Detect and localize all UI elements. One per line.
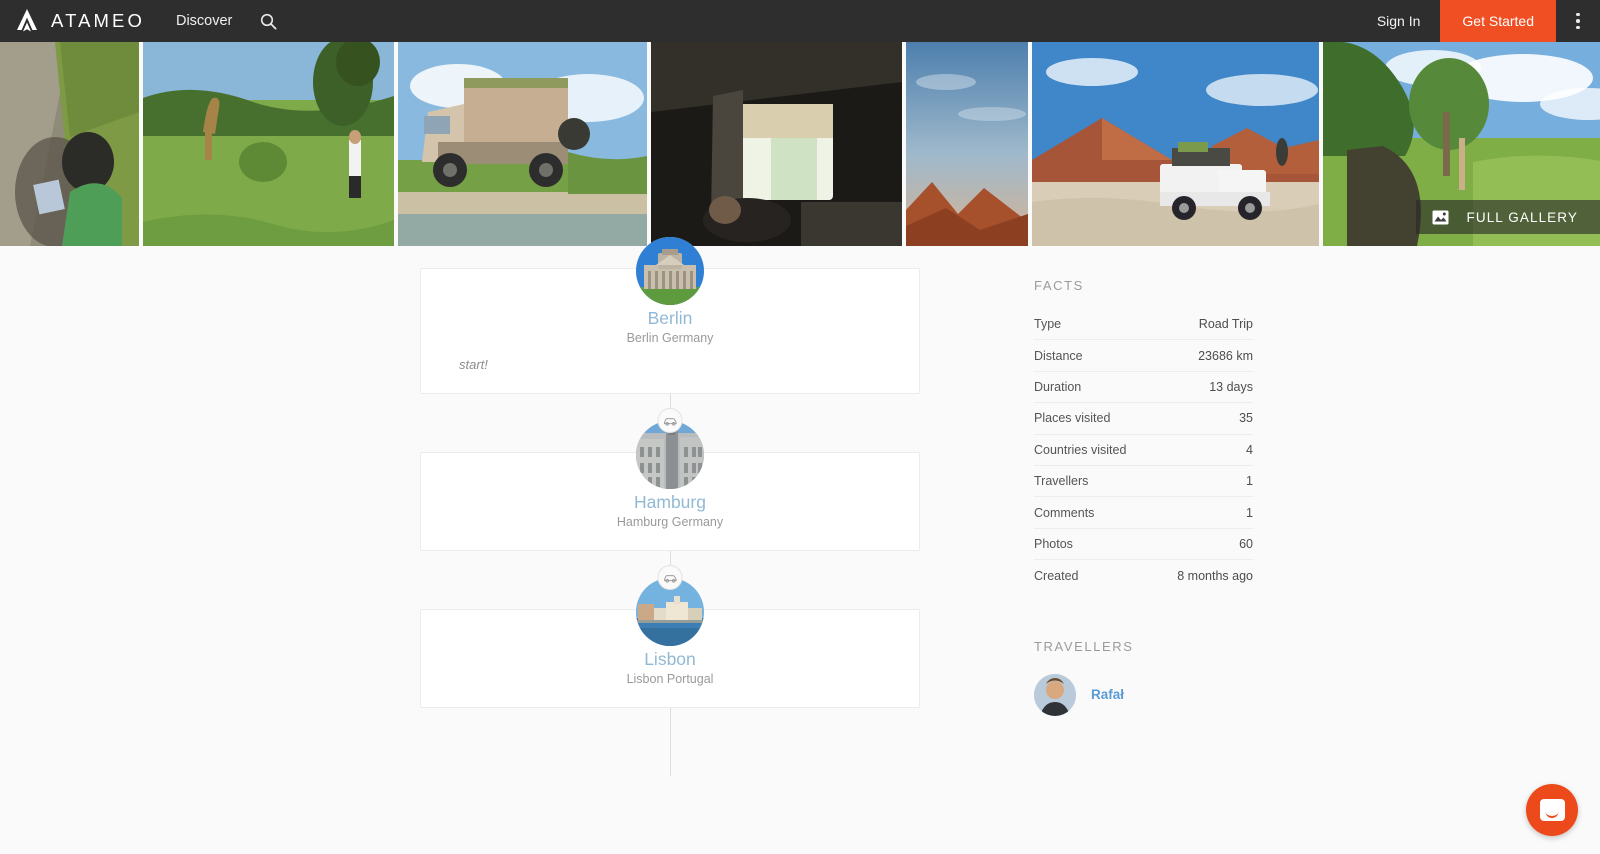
gallery-photo-art <box>0 42 139 246</box>
page-body: Berlin Berlin Germany start! Hamburg Ham… <box>0 237 1600 854</box>
kebab-dot <box>1576 19 1580 23</box>
brand-home-link[interactable]: ATAMEO <box>0 0 161 42</box>
facts-title: FACTS <box>1034 278 1084 293</box>
stop-name-link[interactable]: Berlin <box>421 307 919 329</box>
nav-item-discover[interactable]: Discover <box>161 0 247 42</box>
fact-value: Road Trip <box>1198 317 1253 332</box>
stop-card[interactable]: Berlin Berlin Germany start! <box>420 237 920 394</box>
stop-location: Berlin Germany <box>626 331 714 345</box>
get-started-button[interactable]: Get Started <box>1440 0 1556 42</box>
full-gallery-button[interactable]: FULL GALLERY <box>1415 200 1600 234</box>
car-icon[interactable] <box>657 408 683 433</box>
fact-row: Type Road Trip <box>1034 309 1253 341</box>
fact-label: Countries visited <box>1034 442 1127 457</box>
gallery-photo-art <box>1032 42 1319 246</box>
fact-label: Type <box>1034 317 1062 332</box>
berlin-reichstag-thumbnail <box>636 237 704 305</box>
nav-left-group: ATAMEO Discover <box>0 0 289 42</box>
fact-value: 1 <box>1246 474 1253 489</box>
fact-value: 8 months ago <box>1177 568 1253 583</box>
trip-sidebar: FACTS Type Road Trip Distance 23686 km D… <box>1034 268 1254 716</box>
ataméo-a-logo-icon <box>17 9 37 32</box>
nav-right-group: Sign In Get Started <box>1357 0 1600 42</box>
top-navigation-bar: ATAMEO Discover Sign In Get Started <box>0 0 1600 42</box>
fact-value: 13 days <box>1209 379 1253 394</box>
stop-name-link[interactable]: Lisbon <box>421 648 919 670</box>
avatar[interactable] <box>1034 673 1076 716</box>
fact-row: Comments 1 <box>1034 497 1253 529</box>
fact-row: Places visited 35 <box>1034 403 1253 435</box>
fact-row: Duration 13 days <box>1034 372 1253 404</box>
stop-card[interactable]: Hamburg Hamburg Germany <box>420 421 920 551</box>
fact-value: 1 <box>1246 505 1253 520</box>
sign-in-button[interactable]: Sign In <box>1357 0 1441 42</box>
chat-bubble-icon[interactable] <box>1526 784 1578 836</box>
car-glyph <box>663 417 677 426</box>
gallery-photo-art <box>143 42 394 246</box>
timeline-connector <box>420 551 920 609</box>
fact-label: Places visited <box>1034 411 1111 426</box>
gallery-photo-art <box>398 42 647 246</box>
stop-note: start! <box>459 357 488 372</box>
fact-label: Distance <box>1034 348 1083 363</box>
search-icon[interactable] <box>247 0 289 42</box>
fact-row: Countries visited 4 <box>1034 435 1253 466</box>
traveller-item: Rafał <box>1034 673 1254 716</box>
traveller-name-link[interactable]: Rafał <box>1091 687 1124 702</box>
stop-location: Lisbon Portugal <box>626 672 714 686</box>
stop-heading: Hamburg Hamburg Germany <box>421 491 919 531</box>
facts-table: Type Road Trip Distance 23686 km Duratio… <box>1034 309 1253 592</box>
fact-label: Photos <box>1034 536 1073 551</box>
gallery-photo[interactable] <box>1032 42 1319 246</box>
stop-heading: Lisbon Lisbon Portugal <box>421 648 919 688</box>
car-icon[interactable] <box>657 565 683 590</box>
photo-gallery-strip: FULL GALLERY <box>0 42 1600 246</box>
stop-name-link[interactable]: Hamburg <box>421 491 919 513</box>
timeline-stop: Berlin Berlin Germany start! <box>420 237 920 394</box>
chat-glyph <box>1539 799 1565 821</box>
gallery-photo[interactable] <box>651 42 902 246</box>
photo-icon <box>1432 210 1448 224</box>
brand-name: ATAMEO <box>51 9 145 31</box>
travellers-title: TRAVELLERS <box>1034 638 1134 654</box>
car-glyph <box>663 574 677 583</box>
gallery-photo[interactable] <box>143 42 394 246</box>
content-area: Berlin Berlin Germany start! Hamburg Ham… <box>0 237 1600 776</box>
fact-row: Distance 23686 km <box>1034 340 1253 372</box>
fact-row: Travellers 1 <box>1034 466 1253 498</box>
stop-card[interactable]: Lisbon Lisbon Portugal <box>420 578 920 708</box>
fact-value: 35 <box>1239 411 1253 426</box>
stop-heading: Berlin Berlin Germany <box>421 307 919 347</box>
gallery-photo-art <box>651 42 902 246</box>
traveller-avatar-photo <box>1034 673 1076 716</box>
timeline-stop: Lisbon Lisbon Portugal <box>420 578 920 708</box>
timeline-connector <box>420 394 920 452</box>
kebab-menu-icon[interactable] <box>1556 0 1600 42</box>
kebab-dot <box>1576 12 1580 17</box>
fact-value: 60 <box>1239 536 1253 551</box>
gallery-photo[interactable] <box>0 42 139 246</box>
trip-timeline: Berlin Berlin Germany start! Hamburg Ham… <box>420 237 920 776</box>
gallery-photo[interactable] <box>398 42 647 246</box>
fact-label: Travellers <box>1034 474 1089 489</box>
stop-location: Hamburg Germany <box>616 515 724 529</box>
gallery-photo[interactable] <box>906 42 1028 246</box>
timeline-stop: Hamburg Hamburg Germany <box>420 421 920 551</box>
fact-row: Photos 60 <box>1034 529 1253 561</box>
kebab-dot <box>1576 25 1580 30</box>
gallery-photo-art <box>906 42 1028 246</box>
fact-label: Duration <box>1034 379 1082 394</box>
fact-label: Comments <box>1034 505 1095 520</box>
fact-value: 23686 km <box>1198 348 1253 363</box>
fact-label: Created <box>1034 568 1079 583</box>
travellers-panel: TRAVELLERS Rafał <box>1034 639 1254 716</box>
fact-value: 4 <box>1246 442 1253 457</box>
stop-thumbnail[interactable] <box>636 237 704 305</box>
full-gallery-label: FULL GALLERY <box>1466 209 1578 225</box>
fact-row: Created 8 months ago <box>1034 560 1253 591</box>
search-glyph <box>260 13 277 30</box>
